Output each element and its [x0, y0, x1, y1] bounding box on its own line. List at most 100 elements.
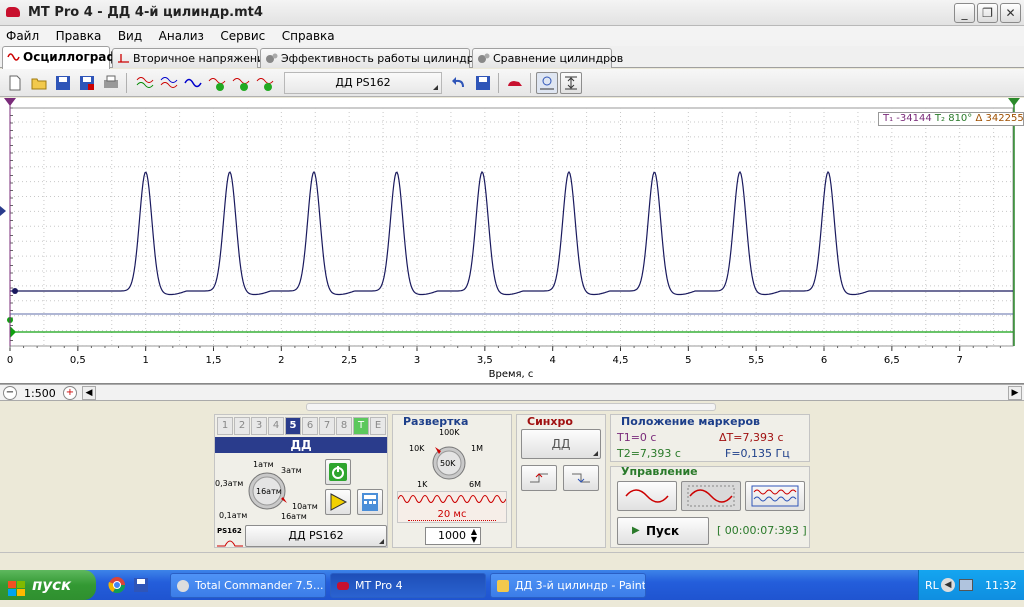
splitter-grip[interactable]: [306, 403, 716, 411]
menu-service[interactable]: Сервис: [214, 26, 272, 43]
dropdown-corner-icon: [593, 451, 598, 456]
multi-wave-icon[interactable]: [160, 74, 178, 92]
points-stepper[interactable]: 1000 ▲ ▼: [425, 527, 481, 545]
print-icon[interactable]: [102, 74, 120, 92]
menu-help[interactable]: Справка: [276, 26, 342, 43]
channel-tab-1[interactable]: 1: [217, 417, 233, 435]
task-total-commander[interactable]: Total Commander 7.5...: [170, 573, 326, 598]
gears-icon: [478, 53, 490, 63]
channel-tab-E[interactable]: E: [370, 417, 386, 435]
acquisition-timer: [ 00:00:07:393 ]: [717, 524, 807, 537]
new-file-icon[interactable]: [6, 74, 24, 92]
control-title: Управление: [621, 465, 698, 478]
tray-expand-icon[interactable]: ◀: [941, 578, 955, 592]
toolbar-separator: [530, 73, 531, 93]
sensor-pulse-icon: [217, 540, 243, 547]
tab-cylinder-efficiency[interactable]: Эффективность работы цилиндров: [260, 48, 487, 68]
continuous-mode-button[interactable]: [681, 481, 741, 511]
tab-cylinder-comparison[interactable]: Сравнение цилиндров: [472, 48, 623, 68]
x-tick-label: 3,5: [477, 355, 493, 366]
channel-tab-T[interactable]: T: [353, 417, 369, 435]
recorder-mode-button[interactable]: [745, 481, 805, 511]
sweep-knob[interactable]: 100K 10K 1M 50K 1K 6M: [403, 427, 503, 489]
wave-check-icon[interactable]: [208, 74, 226, 92]
marker-t1-readout: -34144: [896, 113, 932, 124]
save-launcher-icon[interactable]: [132, 576, 150, 594]
channel-tab-2[interactable]: 2: [234, 417, 250, 435]
channel-tab-8[interactable]: 8: [336, 417, 352, 435]
undo-icon[interactable]: [450, 74, 468, 92]
channel-tab-4[interactable]: 4: [268, 417, 284, 435]
recorder-wave-icon: [751, 485, 799, 507]
waveform-chart[interactable]: 0 0,5 1 1,5 2 2,5 3 3,5 4 4,5 5 5,5 6 6,5 7 Время, с: [0, 98, 1024, 384]
channel-tab-5[interactable]: 5: [285, 417, 301, 435]
sweep-knob-label-2: 10K: [409, 444, 425, 453]
channels-wave-icon[interactable]: [136, 74, 154, 92]
tab-secondary-voltage[interactable]: Вторичное напряжение: [112, 48, 271, 68]
zoom-out-icon[interactable]: −: [3, 386, 17, 400]
x-tick-label: 4: [549, 355, 555, 366]
marker-readout: T₁ -34144 T₂ 810° Δ 342255: [878, 112, 1024, 126]
task-paint[interactable]: ДД 3-й цилиндр - Paint: [490, 573, 646, 598]
close-button[interactable]: ✕: [1000, 3, 1021, 23]
wave-settings-icon[interactable]: [184, 74, 202, 92]
sync-falling-button[interactable]: [563, 465, 599, 491]
start-button[interactable]: ▶ Пуск: [617, 517, 709, 545]
wave-add-icon[interactable]: [256, 74, 274, 92]
menu-view[interactable]: Вид: [112, 26, 149, 43]
auto-scale-button[interactable]: [536, 72, 558, 94]
sensor-select[interactable]: ДД PS162: [284, 72, 442, 94]
scroll-right-icon[interactable]: ▶: [1008, 386, 1022, 400]
gears-icon: [266, 53, 278, 63]
sensitivity-knob[interactable]: 1атм 3атм 0,3атм 16атм 10атм 0,1атм 16ат…: [215, 453, 323, 521]
scroll-left-icon[interactable]: ◀: [82, 386, 96, 400]
menu-edit[interactable]: Правка: [50, 26, 109, 43]
x-tick-label: 1: [142, 355, 148, 366]
knob-label-4: 16атм: [256, 487, 282, 496]
car-app-icon: [337, 582, 349, 590]
fit-vertical-button[interactable]: [560, 72, 582, 94]
language-indicator[interactable]: RL: [925, 579, 939, 592]
menu-file[interactable]: Файл: [0, 26, 46, 43]
x-axis-label: Время, с: [489, 369, 534, 380]
car-icon[interactable]: [506, 74, 524, 92]
calculator-button[interactable]: [357, 489, 383, 515]
open-folder-icon[interactable]: [30, 74, 48, 92]
channel-sensor-select[interactable]: ДД PS162: [245, 525, 387, 547]
channel-power-button[interactable]: [325, 459, 351, 485]
stepper-arrows-icon[interactable]: ▲ ▼: [471, 528, 477, 544]
save-icon[interactable]: [54, 74, 72, 92]
save-small-icon[interactable]: [474, 74, 492, 92]
channel-tab-6[interactable]: 6: [302, 417, 318, 435]
tab-oscilloscope-label: Осциллограф: [23, 50, 119, 64]
chrome-icon[interactable]: [108, 576, 126, 594]
sweep-panel: Развертка 100K 10K 1M 50K 1K 6M 20 мс 10…: [392, 414, 512, 548]
tab-oscilloscope[interactable]: Осциллограф: [2, 46, 118, 69]
sync-source-select[interactable]: ДД: [521, 429, 601, 459]
start-menu-button[interactable]: пуск: [0, 570, 96, 600]
minimize-button[interactable]: _: [954, 3, 975, 23]
marker-t2-readout: 810°: [948, 113, 973, 124]
restore-button[interactable]: ❐: [977, 3, 998, 23]
toolbar-separator: [498, 73, 499, 93]
oscilloscope-plot[interactable]: 0 0,5 1 1,5 2 2,5 3 3,5 4 4,5 5 5,5 6 6,5 7 Время, с T₁…: [0, 98, 1024, 384]
channel-tab-3[interactable]: 3: [251, 417, 267, 435]
wave-info-icon[interactable]: [232, 74, 250, 92]
time-scrollbar[interactable]: − 1:500 + ◀ ▶: [0, 384, 1024, 401]
dropdown-corner-icon: [379, 539, 384, 544]
single-mode-button[interactable]: [617, 481, 677, 511]
sync-rising-button[interactable]: [521, 465, 557, 491]
network-icon[interactable]: [959, 579, 973, 591]
task-mt-pro[interactable]: MT Pro 4: [330, 573, 486, 598]
x-tick-label: 6: [821, 355, 827, 366]
save-as-icon[interactable]: [78, 74, 96, 92]
sync-source-value: ДД: [551, 437, 571, 451]
menu-analysis[interactable]: Анализ: [153, 26, 211, 43]
channel-play-button[interactable]: [325, 489, 351, 515]
knob-label-1: 1атм: [253, 460, 274, 469]
channel-tab-7[interactable]: 7: [319, 417, 335, 435]
start-button-label: Пуск: [646, 524, 680, 538]
zoom-in-icon[interactable]: +: [63, 386, 77, 400]
sweep-wave-icon: [397, 495, 507, 503]
toolbar-separator: [126, 73, 127, 93]
